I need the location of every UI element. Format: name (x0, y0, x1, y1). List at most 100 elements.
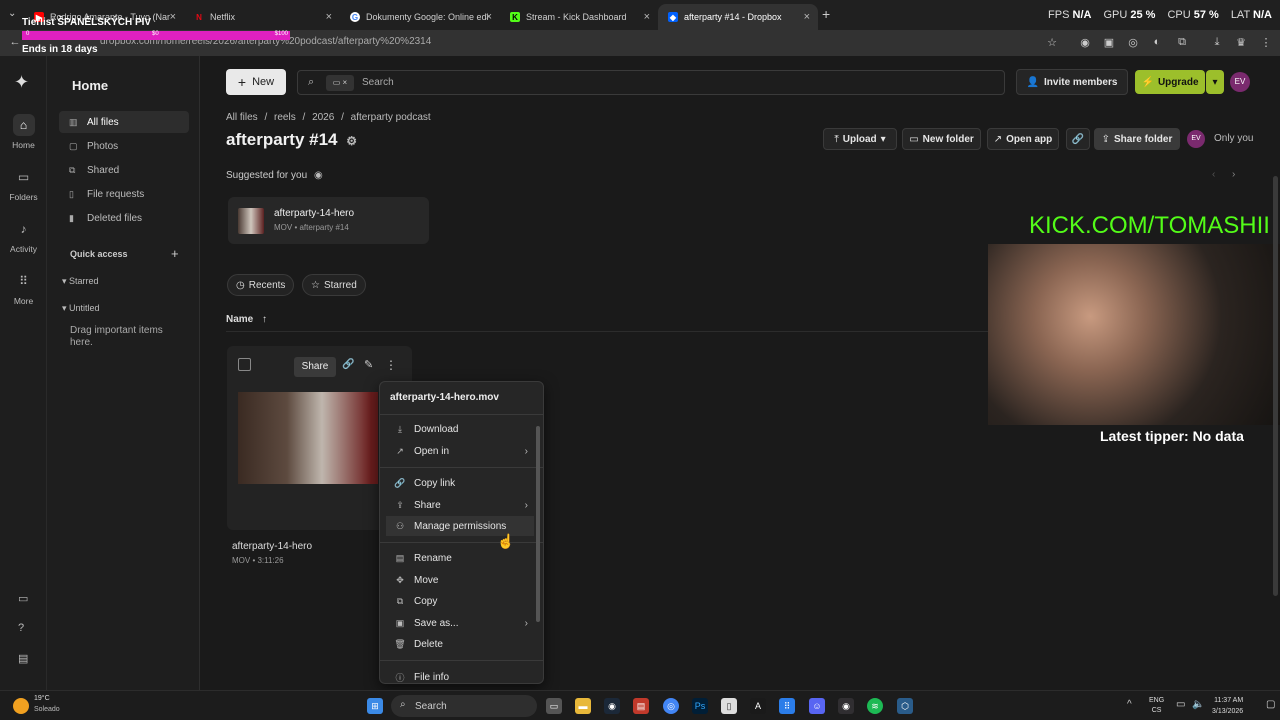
rail-item-folders[interactable]: ▭ Folders (0, 166, 47, 202)
sidebar-item-all-files[interactable]: ▥ All files (59, 111, 189, 133)
menu-item-rename[interactable]: ▤ Rename (386, 548, 534, 568)
download-icon[interactable]: ⤓ (1210, 35, 1224, 49)
tab-netflix[interactable]: N Netflix × (184, 4, 340, 30)
collapse-sidebar-icon[interactable]: ▤ (18, 652, 28, 665)
translate-icon[interactable]: ▣ (1102, 35, 1116, 49)
menu-item-copy-link[interactable]: 🔗 Copy link (386, 473, 534, 493)
breadcrumb-afterparty-podcast[interactable]: afterparty podcast (351, 112, 431, 123)
share-button[interactable]: Share (294, 357, 336, 377)
notepad-icon[interactable]: ▯ (721, 698, 737, 714)
extension-icon[interactable]: ◐ (1150, 35, 1164, 49)
tray-chevron-icon[interactable]: ^ (1127, 699, 1132, 710)
tab-google-docs[interactable]: G Dokumenty Google: Online edi × (340, 4, 500, 30)
network-icon[interactable]: ▭ (1176, 699, 1185, 710)
app-icon[interactable]: A (750, 698, 766, 714)
suggested-file-card[interactable]: afterparty-14-hero MOV • afterparty #14 (228, 197, 429, 244)
breadcrumb-reels[interactable]: reels (274, 112, 296, 123)
sidebar-item-photos[interactable]: ▢ Photos (59, 135, 189, 157)
star-icon[interactable]: ☆ (1045, 35, 1059, 49)
obs-icon[interactable]: ◉ (838, 698, 854, 714)
close-icon[interactable]: × (170, 11, 176, 23)
chrome-extension-icon[interactable]: ◉ (1078, 35, 1092, 49)
profile-icon[interactable]: ♛ (1234, 35, 1248, 49)
eye-icon[interactable]: ◉ (314, 170, 323, 181)
settings-icon[interactable]: ⚙ (346, 134, 357, 148)
close-icon[interactable]: × (804, 11, 810, 23)
name-column-header[interactable]: Name ↑ (226, 314, 267, 325)
sidebar-item-deleted-files[interactable]: ▮ Deleted files (59, 207, 189, 229)
new-button[interactable]: + New (226, 69, 286, 95)
breadcrumb-all-files[interactable]: All files (226, 112, 258, 123)
help-icon[interactable]: ? (18, 622, 24, 634)
breadcrumb-2026[interactable]: 2026 (312, 112, 334, 123)
carousel-prev-icon[interactable]: ‹ (1212, 169, 1215, 180)
upgrade-button[interactable]: ⚡ Upgrade (1135, 70, 1205, 94)
edit-icon[interactable]: ✎ (364, 358, 373, 371)
steam-icon[interactable]: ◉ (604, 698, 620, 714)
discord-icon[interactable]: ☺ (809, 698, 825, 714)
close-icon[interactable]: × (644, 11, 650, 23)
volume-icon[interactable]: 🔈 (1192, 699, 1204, 710)
new-folder-button[interactable]: ▭ New folder (902, 128, 981, 150)
rail-item-more[interactable]: ⠿ More (0, 270, 47, 306)
upload-button[interactable]: ⤒ Upload ▾ (823, 128, 897, 150)
menu-icon[interactable]: ⋮ (1259, 35, 1273, 49)
menu-item-save-as[interactable]: ▣ Save as... › (386, 613, 534, 633)
grid-app-icon[interactable]: ⠿ (779, 698, 795, 714)
starred-filter[interactable]: ☆ Starred (302, 274, 366, 296)
link-icon[interactable]: 🔗 (342, 359, 354, 370)
photoshop-icon[interactable]: Ps (692, 698, 708, 714)
puzzle-icon[interactable]: ⧉ (1175, 35, 1189, 49)
upgrade-dropdown[interactable]: ▾ (1206, 70, 1224, 94)
file-explorer-icon[interactable]: ▬ (575, 698, 591, 714)
select-checkbox[interactable] (238, 358, 251, 371)
close-icon[interactable]: × (326, 11, 332, 23)
page-scrollbar[interactable] (1273, 176, 1278, 596)
desktop-app-icon[interactable]: ▭ (18, 592, 28, 605)
menu-item-open-in[interactable]: ↗ Open in › (386, 441, 534, 461)
new-tab-button[interactable]: + (822, 6, 830, 22)
open-app-button[interactable]: ↗ Open app (987, 128, 1059, 150)
invite-members-button[interactable]: 👤 Invite members (1016, 69, 1128, 95)
dropbox-logo-icon[interactable]: ✦ (14, 72, 29, 93)
app-icon[interactable]: ⬡ (897, 698, 913, 714)
sidebar-item-file-requests[interactable]: ▯ File requests (59, 183, 189, 205)
menu-item-file-info[interactable]: ⓘ File info (386, 667, 534, 687)
rail-item-activity[interactable]: ♪ Activity (0, 218, 47, 254)
file-name[interactable]: afterparty-14-hero (232, 541, 312, 552)
sidebar-item-shared[interactable]: ⧉ Shared (59, 159, 189, 181)
menu-item-delete[interactable]: 🗑 Delete (386, 634, 534, 654)
back-icon[interactable]: ← (8, 35, 22, 49)
avatar[interactable]: EV (1230, 72, 1250, 92)
copy-link-button[interactable]: 🔗 (1066, 128, 1090, 150)
menu-item-download[interactable]: ⤓ Download (386, 419, 534, 439)
starred-group[interactable]: ▾ Starred (62, 276, 99, 287)
language-indicator[interactable]: ENG CS (1149, 696, 1164, 716)
taskbar-search[interactable]: ⌕ Search (391, 695, 537, 717)
task-view-icon[interactable]: ▭ (546, 698, 562, 714)
tab-list-icon[interactable]: ⌄ (8, 8, 16, 19)
share-folder-button[interactable]: ⇪ Share folder (1094, 128, 1180, 150)
more-options-icon[interactable]: ⋮ (385, 358, 397, 372)
recents-filter[interactable]: ◷ Recents (227, 274, 295, 296)
windows-start-icon[interactable]: ⊞ (367, 698, 383, 714)
spotify-icon[interactable]: ≋ (867, 698, 883, 714)
clock[interactable]: 11:37 AM 3/13/2026 (1212, 695, 1243, 717)
close-icon[interactable]: × (486, 11, 492, 23)
folder-scope-chip[interactable]: ▭ × (326, 75, 354, 91)
notification-icon[interactable]: ▢ (1266, 699, 1275, 710)
extension-icon[interactable]: ◎ (1126, 35, 1140, 49)
weather-icon[interactable] (13, 698, 29, 714)
add-quick-access-button[interactable]: + (171, 246, 179, 261)
menu-item-copy[interactable]: ⧉ Copy (386, 591, 534, 611)
menu-item-share[interactable]: ⇪ Share › (386, 495, 534, 515)
chrome-icon[interactable]: ◎ (663, 698, 679, 714)
carousel-next-icon[interactable]: › (1232, 169, 1235, 180)
tab-kick[interactable]: K Stream - Kick Dashboard × (500, 4, 658, 30)
menu-scrollbar[interactable] (536, 426, 540, 622)
tab-dropbox[interactable]: ◆ afterparty #14 - Dropbox × (658, 4, 818, 30)
search-input[interactable]: ⌕ ▭ × Search (297, 70, 1005, 95)
app-icon[interactable]: ▤ (633, 698, 649, 714)
untitled-group[interactable]: ▾ Untitled (62, 303, 100, 314)
menu-item-move[interactable]: ✥ Move (386, 570, 534, 590)
